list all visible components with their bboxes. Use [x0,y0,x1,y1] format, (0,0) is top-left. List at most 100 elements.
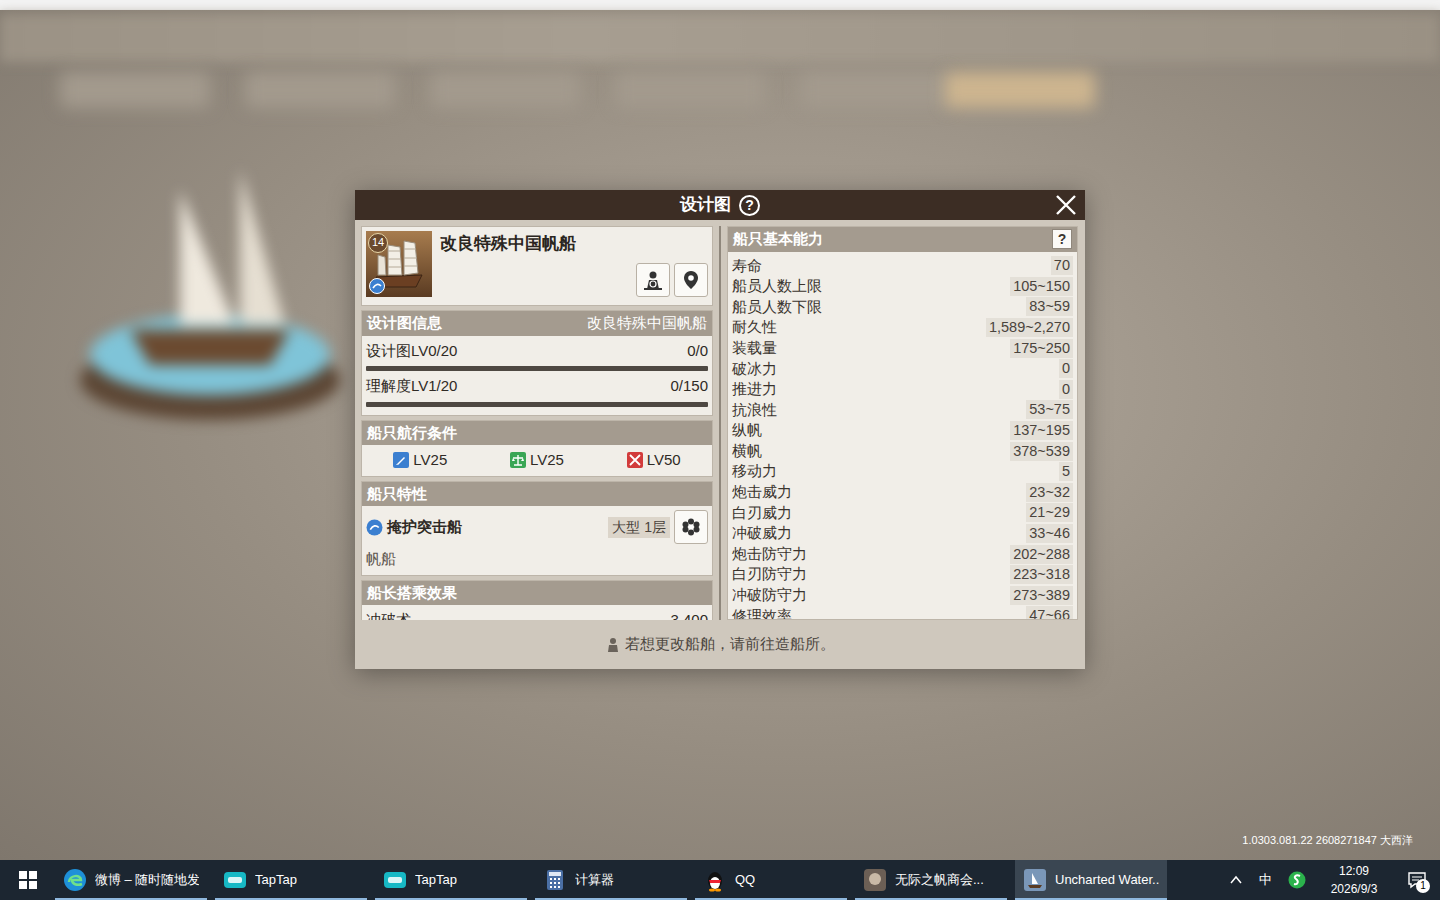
size-tag: 大型 1层 [608,517,670,538]
running-indicator [215,898,367,900]
running-indicator [535,898,687,900]
running-indicator [855,898,1007,900]
stat-label: 纵帆 [732,419,762,442]
stat-label: 移动力 [732,460,777,483]
captain-effect-row: 冲破术 3,400 [366,609,708,620]
effect-name: 冲破术 [366,609,411,620]
battle-icon [627,452,643,468]
stat-row: 装载量 175~250 [728,338,1077,359]
stat-row: 白刃防守力223~318 [728,564,1077,585]
taskbar-item[interactable]: Uncharted Water... [1015,860,1167,900]
stat-value: 223~318 [1010,565,1073,584]
ship-header-card: 14 改良特殊中国帆船 [361,226,713,306]
captain-effect-list: 冲破术 3,400 [362,605,712,620]
taptap-icon [223,868,247,892]
stat-value: 105~150 [1010,277,1073,296]
stat-value: 273~389 [1010,586,1073,605]
blurred-tab [615,72,765,108]
stat-label: 推进力 [732,378,777,401]
stat-label: 白刃威力 [732,502,792,525]
section-header: 船长搭乘效果 [362,581,712,606]
blurred-tab [430,72,580,108]
taskbar-item[interactable]: 无际之帆商会... [855,860,1007,900]
stat-label: 寿命 [732,255,762,278]
stat-label: 破冰力 [732,358,777,381]
blurred-tab [800,72,950,108]
stat-row: 移动力5 [728,461,1077,482]
progress-track [366,402,708,407]
blurred-top-bar [0,14,1440,62]
stat-label: 炮击防守力 [732,543,807,566]
progress-reading: 0/150 [670,375,708,398]
taskbar-item[interactable]: QQ [695,860,847,900]
stat-label: 耐久性 [732,316,777,339]
ship-traits-section: 船只特性掩护突击船大型 1层帆船 [361,481,713,576]
stat-value: 378~539 [1010,442,1073,461]
taskbar: 微博 – 随时随地发...TapTapTapTap计算器QQ无际之帆商会...U… [0,860,1440,900]
running-indicator [375,898,527,900]
stat-value: 202~288 [1010,545,1073,564]
effect-value: 3,400 [670,609,708,620]
guild-app-icon [863,868,887,892]
ime-indicator[interactable]: 中 [1259,870,1272,890]
stat-label: 装载量 [732,337,777,360]
stat-value: 137~195 [1010,421,1073,440]
taskbar-label: TapTap [255,870,297,890]
blurred-ship-icon [60,130,360,430]
captain-effect-section: 船长搭乘效果冲破术 3,400 [361,580,713,621]
chevron-up-icon [1229,873,1243,887]
column-divider [719,226,721,620]
progress-labels: 设计图LV0/200/0 [366,340,708,363]
dialog-title: 设计图 [680,190,731,220]
captain-button[interactable] [636,263,670,297]
progress-track [366,366,708,371]
help-button[interactable]: ? [739,195,760,216]
condition-level: LV25 [413,449,447,472]
blueprint-info-section: 设计图信息改良特殊中国帆船设计图LV0/200/0理解度LV1/200/150 [361,310,713,416]
taskbar-item[interactable]: 计算器 [535,860,687,900]
location-button[interactable] [674,263,708,297]
stat-label: 船员人数下限 [732,296,822,319]
section-header: 船只特性 [362,482,712,507]
stat-row: 横帆378~539 [728,441,1077,462]
dialog-title-bar: 设计图? [355,190,1085,220]
calculator-icon [543,868,567,892]
start-button[interactable] [0,860,55,900]
stat-row: 白刃威力21~29 [728,503,1077,524]
taskbar-item[interactable]: 微博 – 随时随地发... [55,860,207,900]
blueprint-dialog: 设计图?14改良特殊中国帆船设计图信息改良特殊中国帆船设计图LV0/200/0理… [355,190,1085,669]
qq-penguin-icon [703,868,727,892]
taptap-icon [383,868,407,892]
stats-list: 寿命70船员人数上限105~150船员人数下限83~59耐久性1,589~2,2… [728,252,1077,621]
stats-help-button[interactable]: ? [1052,229,1072,249]
stat-row: 炮击防守力 202~288 [728,544,1077,565]
running-indicator [1015,898,1167,900]
edge-icon [63,868,87,892]
clock[interactable]: 12:092026/9/3 [1322,862,1386,898]
notification-button[interactable]: 1 [1402,865,1432,895]
ship-name: 改良特殊中国帆船 [440,231,708,257]
stat-label: 抗浪性 [732,399,777,422]
sail-conditions-section: 船只航行条件LV25LV25LV50 [361,420,713,477]
stat-row: 冲破威力33~46 [728,523,1077,544]
condition-level: LV50 [647,449,681,472]
section-header: 船只航行条件 [362,421,712,446]
stat-row: 推进力0 [728,379,1077,400]
progress-reading: 0/0 [687,340,708,363]
progress-labels: 理解度LV1/200/150 [366,375,708,398]
trait-detail-button[interactable] [674,510,708,544]
taskbar-item[interactable]: TapTap [375,860,527,900]
blueprint-info-rows: 设计图LV0/200/0 理解度LV1/200/150 [362,336,712,415]
blurred-tab [945,72,1095,108]
taskbar-item[interactable]: TapTap [215,860,367,900]
progress-row: 设计图LV0/200/0 [366,336,708,372]
taskbar-label: 微博 – 随时随地发... [95,870,199,890]
stat-row: 破冰力 0 [728,358,1077,379]
close-button[interactable] [1053,192,1079,218]
dialog-body: 14改良特殊中国帆船设计图信息改良特殊中国帆船设计图LV0/200/0理解度LV… [355,220,1085,620]
traits-body: 掩护突击船大型 1层帆船 [362,506,712,575]
stat-value: 175~250 [1010,339,1073,358]
stat-row: 寿命70 [728,256,1077,277]
level-badge: 14 [368,233,388,253]
stat-value: 0 [1059,359,1073,378]
